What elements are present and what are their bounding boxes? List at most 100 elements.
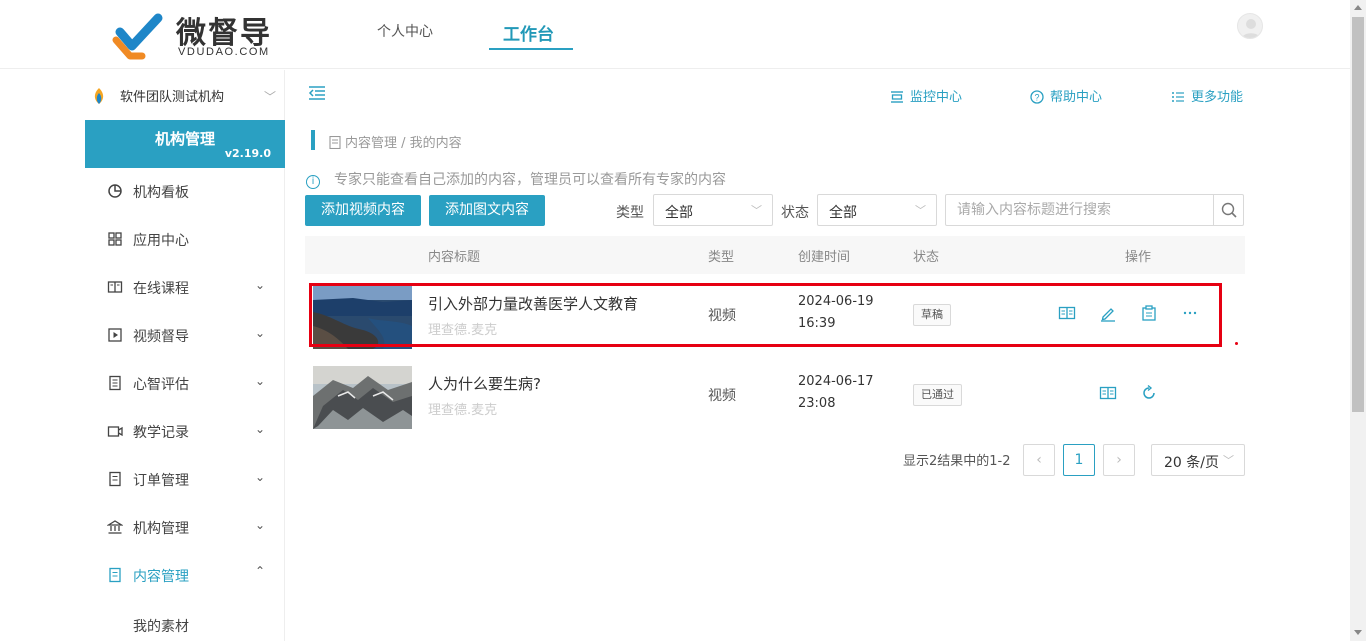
- help-center-label: 帮助中心: [1050, 90, 1103, 105]
- content-title[interactable]: 人为什么要生病?: [428, 373, 541, 394]
- main-content: 监控中心 ? 帮助中心 更多功能 内容管理 / 我的内容 i 专家只能查看自己添加的…: [286, 70, 1350, 641]
- breadcrumb-accent: [311, 130, 315, 150]
- preview-icon[interactable]: [1099, 384, 1117, 402]
- sidebar-item-assessment[interactable]: 心智评估 ⌄: [85, 360, 285, 408]
- user-icon: [1241, 19, 1261, 38]
- nav-active-underline: [489, 48, 573, 50]
- withdraw-icon[interactable]: [1140, 384, 1158, 402]
- chevron-up-icon: ⌃: [255, 564, 266, 578]
- sidebar-item-dashboard[interactable]: 机构看板: [85, 168, 285, 216]
- chevron-down-icon: ⌄: [255, 422, 266, 436]
- sidebar-item-teaching-record[interactable]: 教学记录 ⌄: [85, 408, 285, 456]
- scrollbar-thumb[interactable]: [1352, 17, 1364, 412]
- content-created-time: 2024-06-17 23:08: [798, 371, 874, 415]
- sidebar-item-label: 订单管理: [133, 473, 189, 489]
- status-filter-label: 状态: [781, 205, 809, 221]
- scroll-up-icon[interactable]: [1354, 5, 1362, 10]
- sidebar-item-label: 内容管理: [133, 569, 189, 585]
- submenu-item-my-materials[interactable]: 我的素材: [133, 616, 189, 636]
- add-video-button[interactable]: 添加视频内容: [305, 195, 421, 226]
- sidebar-item-label: 在线课程: [133, 281, 189, 297]
- table-header: 内容标题 类型 创建时间 状态 操作: [305, 236, 1245, 274]
- info-icon: i: [306, 175, 320, 189]
- sidebar: 软件团队测试机构 ﹀ 机构管理 v2.19.0 机构看板 应用中心 在线课程 ⌄…: [0, 70, 285, 641]
- chevron-down-icon: ﹀: [915, 204, 926, 217]
- chevron-down-icon: ⌄: [255, 326, 266, 340]
- page-button-current[interactable]: 1: [1063, 444, 1095, 476]
- monitor-center-link[interactable]: 监控中心: [890, 86, 962, 105]
- nav-workbench[interactable]: 工作台: [503, 20, 554, 45]
- top-bar: 微督导 VDUDAO.COM 个人中心 工作台: [0, 0, 1350, 69]
- info-notice: i 专家只能查看自己添加的内容，管理员可以查看所有专家的内容: [306, 169, 726, 189]
- logo-subtext: VDUDAO.COM: [178, 46, 270, 58]
- avatar[interactable]: [1237, 13, 1263, 39]
- sidebar-item-label: 机构管理: [133, 521, 189, 537]
- content-thumbnail[interactable]: [313, 366, 412, 429]
- created-date: 2024-06-17: [798, 374, 874, 389]
- chevron-down-icon: ⌄: [255, 518, 266, 532]
- more-features-label: 更多功能: [1191, 90, 1244, 105]
- add-article-button[interactable]: 添加图文内容: [429, 195, 545, 226]
- svg-text:?: ?: [1034, 93, 1039, 103]
- chevron-down-icon: ⌄: [255, 278, 266, 292]
- type-filter-label: 类型: [616, 205, 644, 221]
- institution-icon: [107, 520, 123, 534]
- chevron-down-icon: ⌄: [255, 374, 266, 388]
- sidebar-item-label: 机构看板: [133, 185, 189, 201]
- status-filter-value: 全部: [829, 205, 857, 221]
- breadcrumb: 内容管理 / 我的内容: [329, 132, 462, 151]
- sidebar-item-order-management[interactable]: 订单管理 ⌄: [85, 456, 285, 504]
- org-name: 软件团队测试机构: [120, 90, 225, 105]
- content-icon: [109, 567, 121, 583]
- breadcrumb-text: 内容管理 / 我的内容: [345, 136, 462, 151]
- version-label: v2.19.0: [224, 147, 271, 160]
- chevron-down-icon: ﹀: [264, 90, 277, 104]
- sidebar-item-online-course[interactable]: 在线课程 ⌄: [85, 264, 285, 312]
- info-text: 专家只能查看自己添加的内容，管理员可以查看所有专家的内容: [334, 172, 726, 188]
- nav-personal-center[interactable]: 个人中心: [377, 21, 433, 41]
- prev-page-button[interactable]: ‹: [1023, 444, 1055, 476]
- page-size-select[interactable]: 20 条/页 ﹀: [1151, 444, 1245, 476]
- chevron-down-icon: ﹀: [1223, 454, 1234, 467]
- video-icon: [108, 328, 122, 342]
- sidebar-item-content-management[interactable]: 内容管理 ⌃: [85, 552, 285, 600]
- column-header-status: 状态: [913, 250, 940, 265]
- status-filter-select[interactable]: 全部 ﹀: [817, 194, 937, 226]
- pagination-summary: 显示2结果中的1-2: [903, 454, 1011, 469]
- next-page-button[interactable]: ›: [1103, 444, 1135, 476]
- more-features-link[interactable]: 更多功能: [1171, 86, 1243, 105]
- page-size-value: 20 条/页: [1164, 455, 1219, 471]
- monitor-center-label: 监控中心: [910, 90, 963, 105]
- monitor-icon: [891, 91, 903, 103]
- book-icon: [107, 281, 123, 293]
- panel-title: 机构管理: [154, 130, 215, 148]
- column-header-actions: 操作: [1125, 250, 1152, 265]
- sidebar-item-institution-management[interactable]: 机构管理 ⌄: [85, 504, 285, 552]
- dashboard-icon: [108, 184, 122, 198]
- scroll-down-icon[interactable]: [1354, 630, 1362, 635]
- chevron-down-icon: ⌄: [255, 470, 266, 484]
- search-input[interactable]: [947, 196, 1213, 224]
- order-icon: [109, 471, 121, 487]
- list-icon: [1172, 92, 1184, 102]
- status-badge: 已通过: [913, 384, 962, 406]
- type-filter-value: 全部: [665, 205, 693, 221]
- help-icon: ?: [1030, 90, 1044, 104]
- menu-collapse-icon[interactable]: [308, 85, 326, 101]
- sidebar-item-app-center[interactable]: 应用中心: [85, 216, 285, 264]
- document-icon: [329, 135, 341, 150]
- sidebar-item-video-supervision[interactable]: 视频督导 ⌄: [85, 312, 285, 360]
- help-center-link[interactable]: ? 帮助中心: [1030, 86, 1102, 105]
- search-icon: [1221, 202, 1237, 218]
- org-selector[interactable]: 软件团队测试机构 ﹀: [88, 84, 278, 106]
- logo[interactable]: 微督导 VDUDAO.COM: [112, 8, 292, 62]
- search-button[interactable]: [1213, 195, 1243, 225]
- highlight-box: [309, 283, 1222, 347]
- camera-icon: [107, 426, 123, 437]
- grid-icon: [108, 232, 122, 246]
- type-filter-select[interactable]: 全部 ﹀: [653, 194, 773, 226]
- sidebar-item-label: 视频督导: [133, 329, 189, 345]
- column-header-created: 创建时间: [798, 250, 851, 265]
- sidebar-item-label: 应用中心: [133, 233, 189, 249]
- created-time: 23:08: [798, 396, 836, 411]
